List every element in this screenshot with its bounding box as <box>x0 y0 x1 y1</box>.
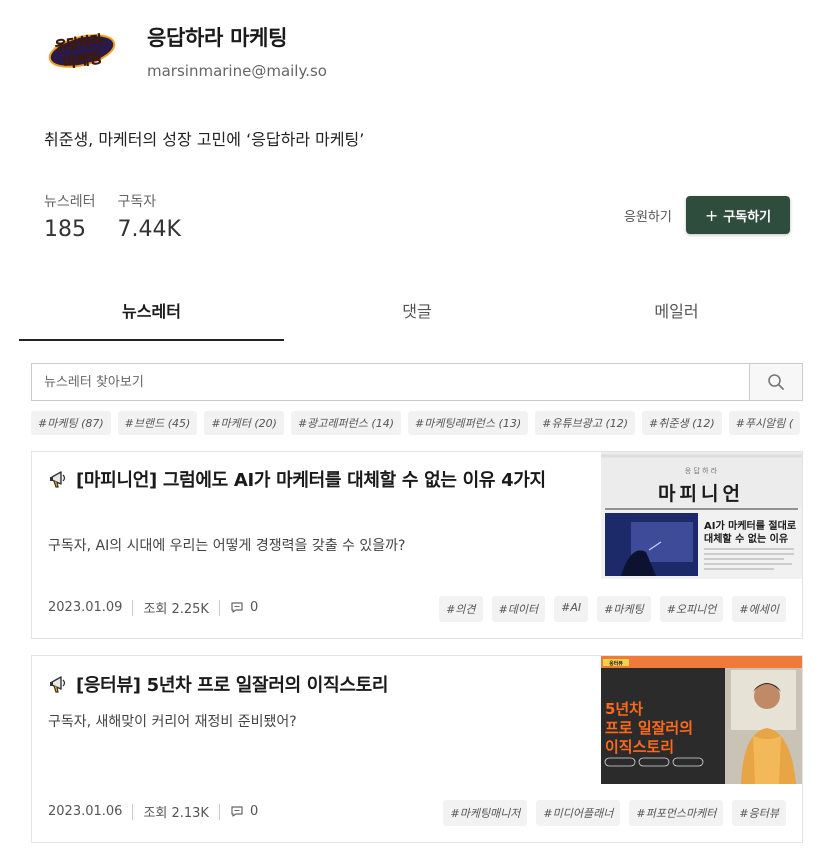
post-date: 2023.01.09 <box>48 600 123 615</box>
newsletter-title: 응답하라 마케팅 <box>147 26 288 50</box>
post-tag[interactable]: #의견 <box>439 596 483 622</box>
svg-text:대체할 수 없는 이유: 대체할 수 없는 이유 <box>704 532 788 545</box>
tag-filter[interactable]: #브랜드 (45) <box>117 411 198 435</box>
tab-bar: 뉴스레터 댓글 메일러 <box>19 286 803 341</box>
post-thumbnail[interactable]: 응 답 하 라 마피니언 AI가 마케터를 절대로 대체할 수 없는 이유 <box>601 452 802 579</box>
megaphone-icon <box>48 673 70 703</box>
megaphone-icon <box>48 468 70 498</box>
post-meta: 2023.01.09 조회 2.25K 0 <box>48 598 258 617</box>
post-tag[interactable]: #퍼포먼스마케터 <box>629 800 724 826</box>
post-tag[interactable]: #오피니언 <box>659 596 724 622</box>
divider <box>218 803 220 820</box>
post-meta: 2023.01.06 조회 2.13K 0 <box>48 802 258 821</box>
stat-value: 185 <box>44 217 86 242</box>
divider <box>218 599 220 616</box>
tag-filter[interactable]: #마케터 (20) <box>204 411 284 435</box>
stat-value: 7.44K <box>117 217 181 242</box>
post-tag[interactable]: #에세이 <box>732 596 786 622</box>
stats: 뉴스레터 185 구독자 7.44K <box>44 191 203 242</box>
post-tag[interactable]: #미디어플래너 <box>536 800 621 826</box>
divider <box>132 599 134 616</box>
post-tag[interactable]: #AI <box>554 596 589 622</box>
subscribe-label: 구독하기 <box>723 209 772 225</box>
post-comments: 0 <box>230 600 258 615</box>
divider <box>132 803 134 820</box>
tab-newsletter[interactable]: 뉴스레터 <box>19 286 284 341</box>
tag-filter[interactable]: #푸시알림 ( <box>728 411 801 435</box>
brand-logo[interactable]: 응답하라 마케팅 <box>44 23 122 79</box>
newsletter-email: marsinmarine@maily.so <box>147 62 327 80</box>
tag-filter[interactable]: #마케팅 (87) <box>31 411 111 435</box>
stat-newsletter: 뉴스레터 185 <box>44 191 96 242</box>
search-button[interactable] <box>749 364 802 400</box>
post-comments: 0 <box>230 804 258 819</box>
search-bar <box>31 363 803 401</box>
post-tag[interactable]: #마케팅매니저 <box>443 800 528 826</box>
tag-filter[interactable]: #유튜브광고 (12) <box>535 411 636 435</box>
stat-label: 구독자 <box>117 194 157 210</box>
post-views: 조회 2.25K <box>143 602 209 617</box>
svg-text:응터뷰: 응터뷰 <box>609 660 623 667</box>
comment-icon <box>231 806 243 817</box>
post-tag[interactable]: #데이터 <box>491 596 546 622</box>
post-subtitle: 구독자, AI의 시대에 우리는 어떻게 경쟁력을 갖출 수 있을까? <box>48 538 406 554</box>
stat-subscribers: 구독자 7.44K <box>118 191 181 242</box>
tag-filter[interactable]: #광고레퍼런스 (14) <box>290 411 401 435</box>
post-title[interactable]: [응터뷰] 5년차 프로 일잘러의 이직스토리 <box>48 672 588 703</box>
tag-filter-row: #마케팅 (87) #브랜드 (45) #마케터 (20) #광고레퍼런스 (1… <box>31 411 803 435</box>
svg-text:5년차: 5년차 <box>605 700 643 718</box>
newsletter-description: 취준생, 마케터의 성장 고민에 ‘응답하라 마케팅’ <box>44 130 365 149</box>
svg-text:프로 일잘러의: 프로 일잘러의 <box>605 719 693 737</box>
stat-label: 뉴스레터 <box>44 194 96 210</box>
post-thumbnail[interactable]: 응터뷰 5년차 프로 일잘러의 이직스토리 <box>601 656 802 784</box>
tag-filter[interactable]: #취준생 (12) <box>642 411 722 435</box>
svg-text:응 답 하 라: 응 답 하 라 <box>685 466 718 475</box>
support-link[interactable]: 응원하기 <box>624 206 672 225</box>
post-tag[interactable]: #응터뷰 <box>732 800 786 826</box>
post-tag[interactable]: #마케팅 <box>597 596 651 622</box>
post-card[interactable]: [응터뷰] 5년차 프로 일잘러의 이직스토리 구독자, 새해맞이 커리어 재정… <box>31 655 803 843</box>
post-title[interactable]: [마피니언] 그럼에도 AI가 마케터를 대체할 수 없는 이유 4가지 <box>48 467 588 498</box>
search-input[interactable] <box>32 364 749 400</box>
post-views: 조회 2.13K <box>143 806 209 821</box>
post-card[interactable]: [마피니언] 그럼에도 AI가 마케터를 대체할 수 없는 이유 4가지 구독자… <box>31 451 803 639</box>
svg-text:마피니언: 마피니언 <box>658 483 744 505</box>
tab-comments[interactable]: 댓글 <box>284 286 550 341</box>
search-icon <box>768 374 784 390</box>
post-tags: #의견 #데이터 #AI #마케팅 #오피니언 #에세이 <box>430 596 786 622</box>
svg-text:AI가 마케터를 절대로: AI가 마케터를 절대로 <box>704 519 796 532</box>
post-date: 2023.01.06 <box>48 804 123 819</box>
post-tags: #마케팅매니저 #미디어플래너 #퍼포먼스마케터 #응터뷰 <box>434 800 786 826</box>
newsletter-header: 응답하라 마케팅 응답하라 마케팅 marsinmarine@maily.so <box>44 22 327 80</box>
subscribe-button[interactable]: + 구독하기 <box>686 196 790 234</box>
comment-icon <box>231 602 243 613</box>
plus-icon: + <box>704 205 719 225</box>
tag-filter[interactable]: #마케팅레퍼런스 (13) <box>407 411 529 435</box>
tab-mailer[interactable]: 메일러 <box>550 286 803 341</box>
svg-text:이직스토리: 이직스토리 <box>605 738 674 756</box>
post-subtitle: 구독자, 새해맞이 커리어 재정비 준비됐어? <box>48 714 297 730</box>
